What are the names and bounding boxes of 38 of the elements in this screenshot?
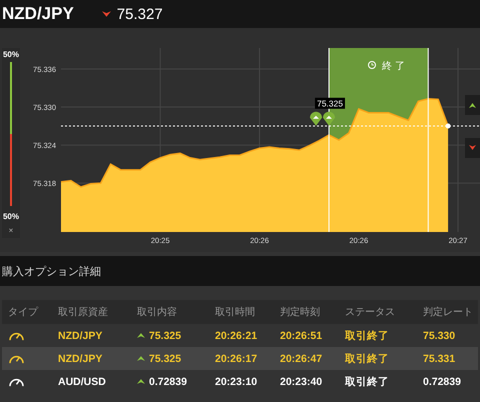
call-button[interactable] [465, 95, 480, 115]
table-cell-text: 取引終了 [345, 352, 390, 366]
table-cell-text: 20:26:17 [215, 352, 258, 364]
trade-row[interactable]: AUD/USD 0.72839 20:23:10 20:23:40 取引終了 0.72839 [2, 370, 478, 393]
table-cell: 0.72839 [149, 376, 187, 388]
table-cell: 75.325 [149, 352, 182, 364]
current-price: 75.327 [116, 6, 163, 22]
clock-icon [368, 61, 376, 69]
bearish-percent: 50% [3, 212, 19, 221]
table-cell-text: 20:23:10 [215, 376, 258, 388]
bullish-percent: 50% [3, 50, 19, 59]
column-header: タイプ [8, 306, 40, 319]
column-header: 取引内容 [137, 306, 178, 319]
table-cell: 75.325 [149, 330, 182, 342]
table-cell-text: 0.72839 [423, 376, 462, 388]
trade-row[interactable]: NZD/JPY 75.325 20:26:17 20:26:47 取引終了 75.331 [2, 347, 478, 370]
table-cell-text: 取引終了 [345, 374, 390, 388]
table-cell-text: 20:26:47 [280, 352, 324, 364]
table-cell-text: 取引終了 [345, 328, 390, 342]
table-cell-text: NZD/JPY [58, 330, 104, 342]
trade-row[interactable]: NZD/JPY 75.325 20:26:21 20:26:51 取引終了 75.330 [2, 324, 478, 347]
table-cell-text: 75.331 [423, 352, 456, 364]
close-button[interactable]: × [8, 226, 14, 235]
column-header: 判定時刻 [280, 306, 321, 319]
column-header: 取引時間 [215, 306, 256, 319]
table-cell-text: 20:26:21 [215, 330, 258, 342]
table-cell-text: NZD/JPY [58, 352, 104, 364]
column-header: 取引原資産 [58, 306, 109, 319]
column-header: ステータス [345, 306, 396, 319]
column-header: 判定レート [423, 306, 474, 319]
table-cell-text: 75.330 [423, 330, 456, 342]
details-title: 購入オプション詳細 [2, 264, 101, 278]
table-cell-text: AUD/USD [58, 376, 107, 388]
table-cell-text: 20:26:51 [280, 330, 324, 342]
put-button[interactable] [465, 138, 480, 158]
table-cell-text: 20:23:40 [280, 376, 324, 388]
expiry-label: 終了 [382, 61, 408, 72]
symbol-title: NZD/JPY [2, 4, 74, 24]
